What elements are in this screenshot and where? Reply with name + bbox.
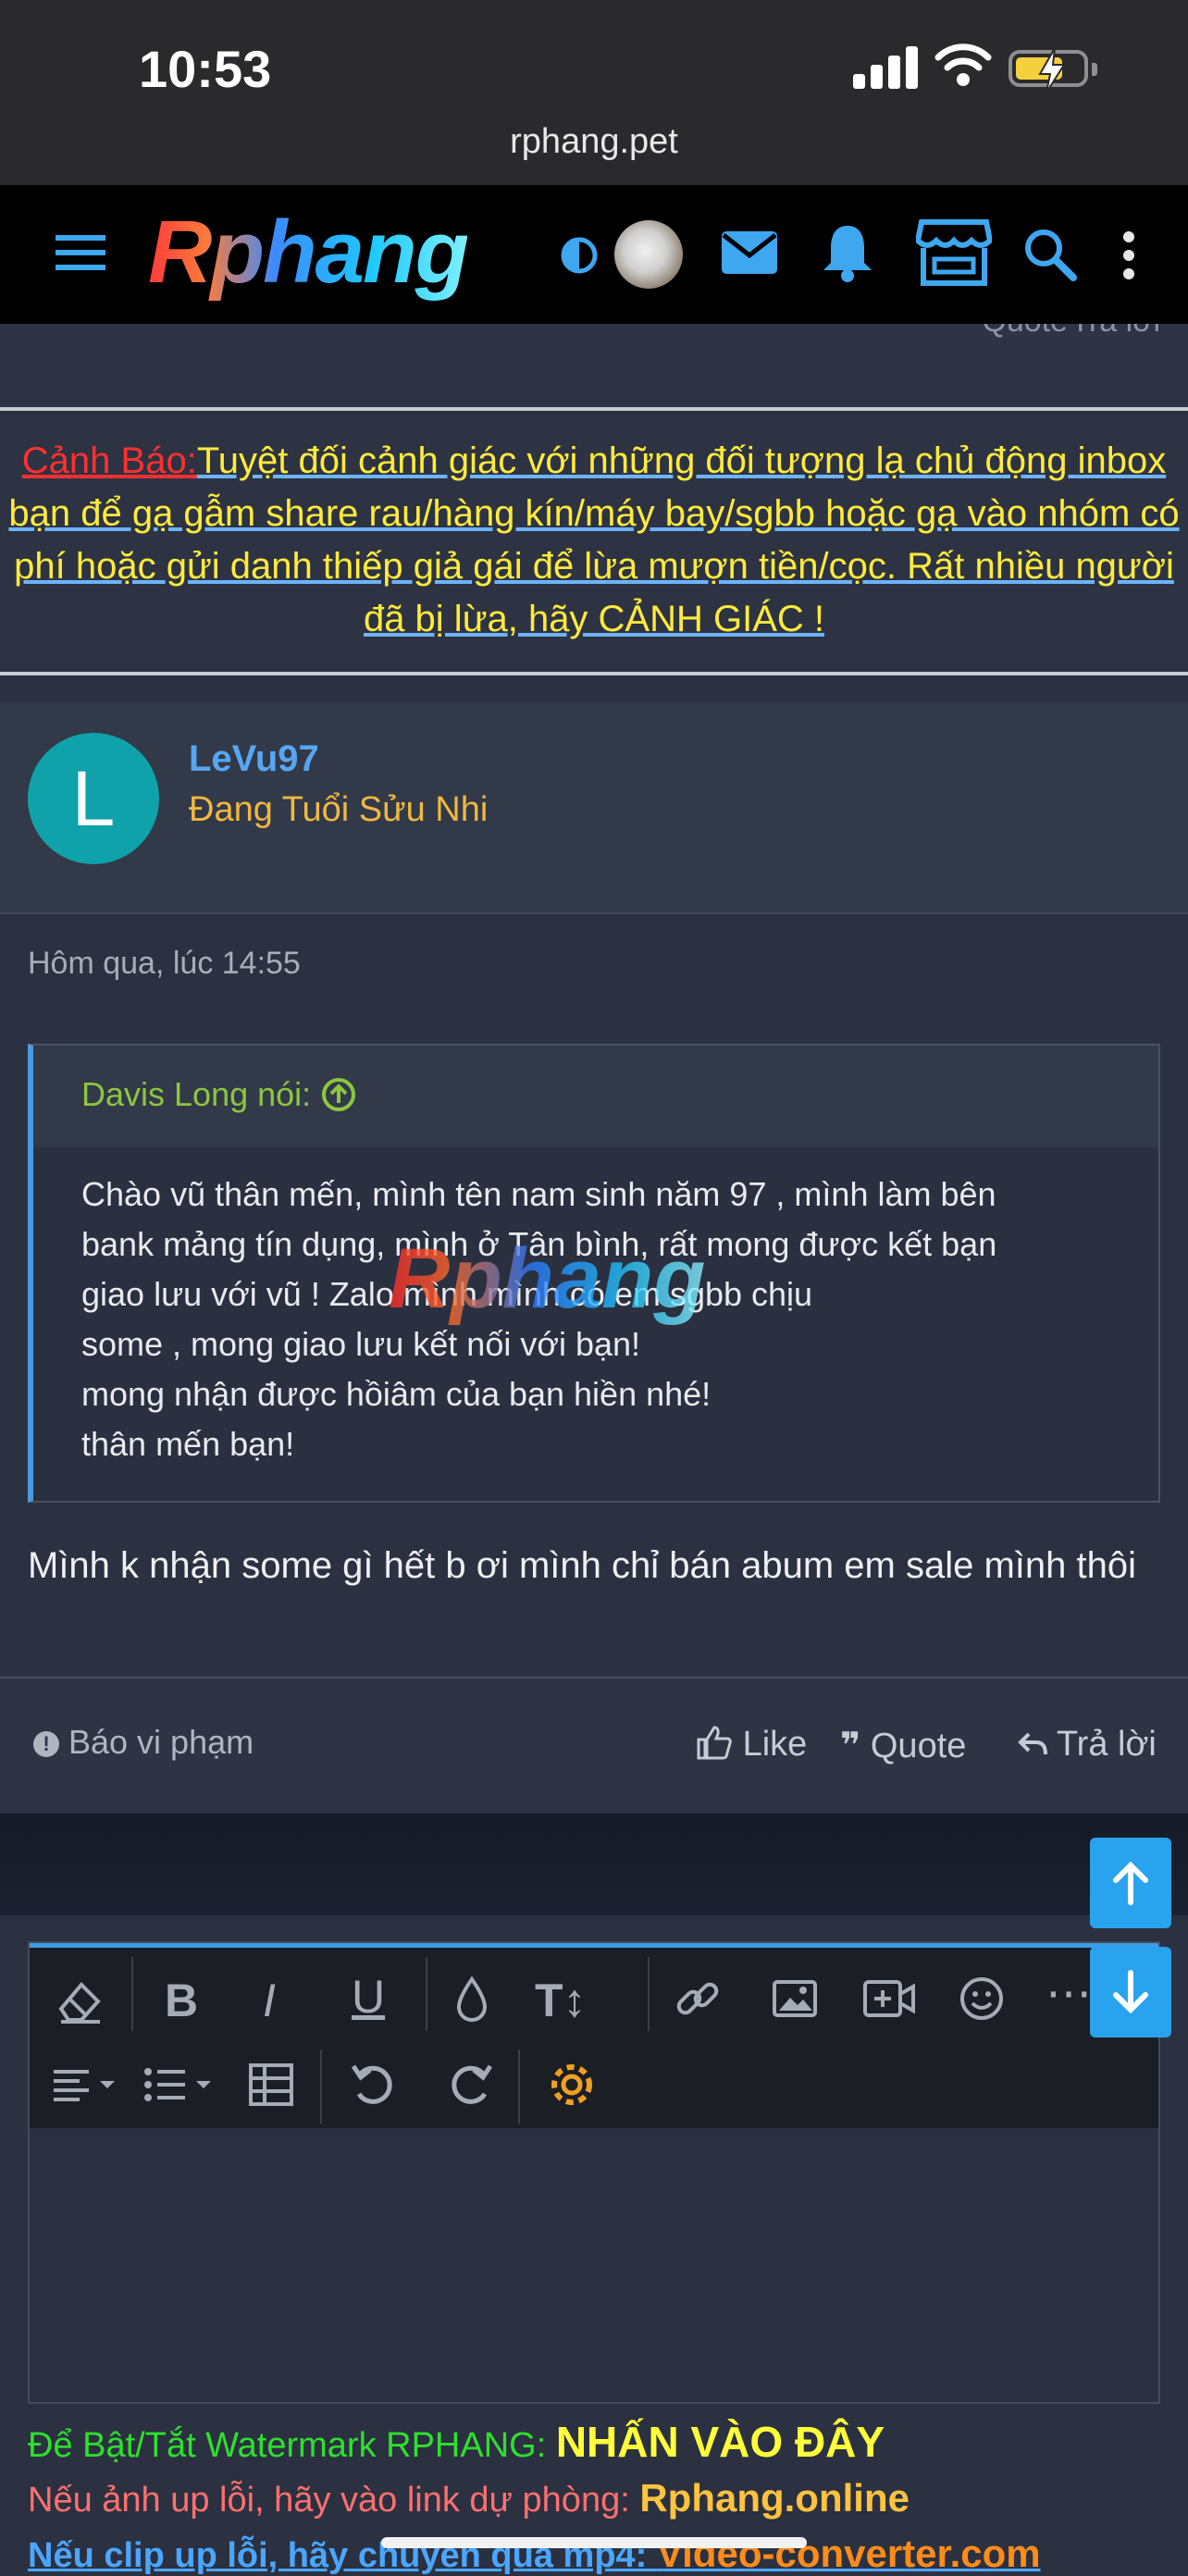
quote-icon: ❞: [840, 1727, 861, 1765]
home-indicator[interactable]: [381, 2537, 807, 2548]
color-drop-icon[interactable]: [453, 1975, 490, 2025]
arrow-up-icon: [1113, 1861, 1148, 1905]
remnant-quote: Quote: [982, 324, 1068, 340]
redo-icon[interactable]: [448, 2062, 494, 2109]
clock: 10:53: [139, 40, 272, 98]
text-size-icon[interactable]: T↕: [535, 1974, 587, 2027]
author-title: Đang Tuổi Sửu Nhi: [189, 790, 489, 829]
italic-icon[interactable]: I: [263, 1974, 276, 2027]
more-icon[interactable]: ⋯: [1046, 1966, 1092, 2020]
quote-author[interactable]: Davis Long nói:: [81, 1075, 357, 1114]
scam-warning-banner: Cảnh Báo:Tuyệt đối cảnh giác với những đ…: [0, 415, 1188, 670]
battery-icon: [1009, 48, 1097, 93]
reply-editor[interactable]: B I U T↕ ⋯: [28, 1941, 1160, 2404]
alert-icon: !: [33, 1731, 59, 1757]
theme-toggle-icon[interactable]: [559, 235, 600, 276]
post-author-header: L LeVu97 Đang Tuổi Sửu Nhi: [0, 703, 1188, 914]
menu-icon[interactable]: [54, 229, 109, 276]
backup-link[interactable]: Rphang.online: [639, 2476, 910, 2520]
editor-toolbar: B I U T↕ ⋯: [30, 1943, 1158, 2128]
section-divider: [0, 1814, 1188, 1915]
post-date[interactable]: Hôm qua, lúc 14:55: [28, 946, 301, 982]
reply-button[interactable]: Trả lời: [1018, 1725, 1157, 1765]
video-icon[interactable]: [862, 1979, 916, 2018]
watermark-toggle-link[interactable]: NHẤN VÀO ĐÂY: [556, 2418, 885, 2466]
divider: [0, 407, 1188, 411]
user-avatar[interactable]: [614, 220, 683, 289]
previous-post-remnant: Quote Trả lời: [0, 324, 1188, 407]
emoji-icon[interactable]: [959, 1975, 1005, 2022]
remnant-reply: Trả lời: [1070, 324, 1160, 340]
wifi-icon: [934, 43, 992, 86]
arrow-up-circle-icon[interactable]: [320, 1076, 357, 1113]
thumbs-up-icon: [697, 1726, 732, 1760]
scroll-top-button[interactable]: [1090, 1838, 1171, 1928]
arrow-down-icon: [1113, 1970, 1148, 2014]
like-button[interactable]: Like: [696, 1725, 807, 1765]
more-vertical-icon[interactable]: [1120, 229, 1138, 281]
search-icon[interactable]: [1023, 228, 1077, 281]
undo-icon[interactable]: [350, 2062, 396, 2109]
bell-icon[interactable]: [822, 222, 873, 283]
watermark-toggle-notice: Để Bật/Tắt Watermark RPHANG: NHẤN VÀO ĐÂ…: [28, 2418, 885, 2466]
status-bar: 10:53 rphang.pet: [0, 0, 1188, 185]
url-bar[interactable]: rphang.pet: [0, 122, 1188, 162]
author-avatar[interactable]: L: [28, 733, 159, 864]
eraser-icon[interactable]: [56, 1977, 104, 2025]
quote-button[interactable]: ❞ Quote: [840, 1725, 966, 1766]
quote-header: Davis Long nói:: [33, 1046, 1158, 1147]
mail-icon[interactable]: [720, 229, 779, 276]
post-actions: ! Báo vi phạm Like ❞ Quote Trả lời: [0, 1677, 1188, 1815]
link-icon[interactable]: [674, 1975, 722, 2024]
divider: [0, 672, 1188, 675]
image-icon[interactable]: [772, 1979, 818, 2018]
underline-icon[interactable]: U: [352, 1970, 385, 2024]
align-icon[interactable]: [50, 2066, 118, 2103]
bold-icon[interactable]: B: [165, 1974, 198, 2027]
report-button[interactable]: ! Báo vi phạm: [33, 1723, 254, 1762]
site-logo[interactable]: Rphang: [148, 202, 469, 303]
image-watermark: Rphang: [389, 1232, 706, 1326]
settings-icon[interactable]: [546, 2059, 598, 2111]
backup-link-notice: Nếu ảnh up lỗi, hãy vào link dự phòng: R…: [28, 2476, 910, 2520]
warning-title: Cảnh Báo:: [21, 440, 197, 481]
list-icon[interactable]: [142, 2064, 217, 2105]
reply-arrow-icon: [1018, 1732, 1047, 1755]
cellular-signal-icon: [853, 44, 920, 89]
post-message: Mình k nhận some gì hết b ơi mình chỉ bá…: [28, 1545, 1136, 1586]
table-icon[interactable]: [248, 2062, 294, 2107]
scroll-bottom-button[interactable]: [1090, 1947, 1171, 2037]
author-username[interactable]: LeVu97: [189, 738, 319, 780]
store-icon[interactable]: [916, 218, 992, 287]
top-navigation: Rphang: [0, 185, 1188, 324]
